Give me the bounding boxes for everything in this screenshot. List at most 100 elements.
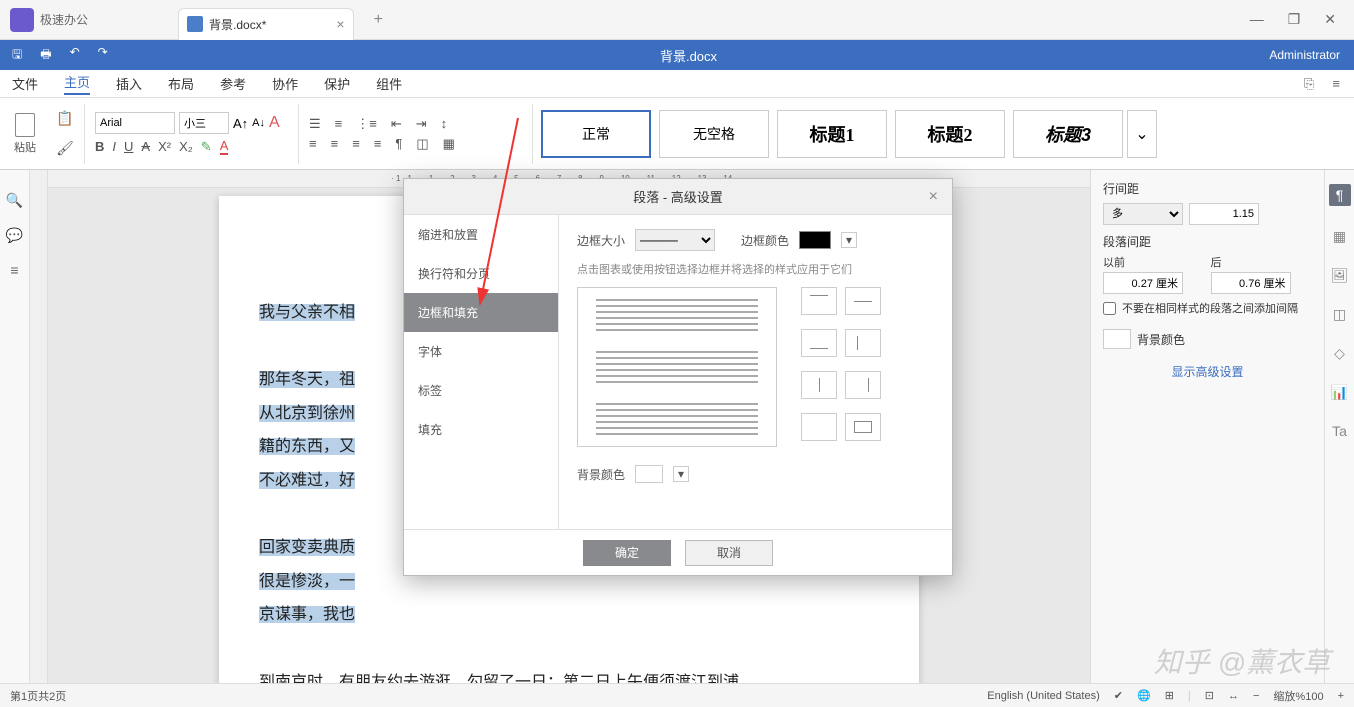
image-tool-icon[interactable]: 🖼 [1331,267,1349,284]
document-tab[interactable]: 背景.docx* × [178,8,354,40]
color-dropdown-icon[interactable]: ▾ [841,232,857,248]
align-left-button[interactable]: ≡ [309,136,317,151]
header-tool-icon[interactable]: ◫ [1333,306,1346,323]
fit-width-icon[interactable]: ↔ [1228,690,1239,702]
copy-icon[interactable]: 📋 [52,106,78,132]
text-line[interactable]: 京谋事，我也 [259,606,355,623]
text-line[interactable]: 我与父亲不相 [259,304,355,321]
line-spacing-value[interactable] [1189,203,1259,225]
headings-icon[interactable]: ≡ [10,262,18,278]
size-select[interactable] [179,112,229,134]
border-preview[interactable] [577,287,777,447]
line-spacing-type[interactable]: 多 [1103,203,1183,225]
undo-icon[interactable]: ↶ [70,45,80,66]
paragraph-mark-button[interactable]: ¶ [395,136,402,151]
border-bottom-button[interactable] [801,329,837,357]
text-line[interactable]: 很是惨淡，一 [259,573,355,590]
paste-button[interactable]: 粘贴 [8,113,42,155]
increase-indent-button[interactable]: ⇥ [416,116,427,132]
menu-file[interactable]: 文件 [12,74,38,93]
underline-button[interactable]: U [124,139,133,154]
spacing-before[interactable] [1103,272,1183,294]
border-left-button[interactable] [845,329,881,357]
maximize-button[interactable]: ❐ [1288,11,1301,28]
dlg-tab-font[interactable]: 字体 [404,332,558,371]
highlight-button[interactable]: ✎ [201,139,212,155]
font-select[interactable] [95,112,175,134]
zoom-in-button[interactable]: + [1338,690,1344,702]
subscript-button[interactable]: X₂ [179,139,193,154]
menu-layout[interactable]: 布局 [168,74,194,93]
text-line[interactable]: 不必难过，好 [259,472,355,489]
text-art-icon[interactable]: Ta [1332,423,1347,439]
fit-page-icon[interactable]: ⊡ [1205,689,1214,702]
zoom-level[interactable]: 缩放%100 [1273,688,1323,704]
border-all-button[interactable] [845,413,881,441]
numbering-button[interactable]: ≡ [335,116,343,131]
spacing-after[interactable] [1211,272,1291,294]
view-mode-icon[interactable]: ⊞ [1165,689,1174,702]
dialog-bg-color-swatch[interactable] [635,465,663,483]
no-spacing-checkbox[interactable] [1103,302,1116,315]
user-label[interactable]: Administrator [1269,48,1354,62]
text-line[interactable]: 那年冬天，祖 [259,371,355,388]
strikethrough-button[interactable]: A [141,139,150,154]
border-hmiddle-button[interactable] [845,287,881,315]
justify-button[interactable]: ≡ [374,136,382,151]
decrease-font-icon[interactable]: A↓ [252,117,265,129]
align-right-button[interactable]: ≡ [352,136,360,151]
superscript-button[interactable]: X² [158,139,171,154]
align-center-button[interactable]: ≡ [331,136,339,151]
style-heading1[interactable]: 标题1 [777,110,887,158]
text-line[interactable]: 回家变卖典质 [259,539,355,556]
border-color-swatch[interactable] [799,231,831,249]
search-icon[interactable]: 🔍 [6,192,23,209]
save-icon[interactable]: 🖫 [12,45,22,66]
style-normal[interactable]: 正常 [541,110,651,158]
shape-tool-icon[interactable]: ◇ [1334,345,1345,362]
menu-protect[interactable]: 保护 [324,74,350,93]
line-spacing-button[interactable]: ↕ [441,116,448,131]
shading-button[interactable]: ◫ [416,136,428,152]
advanced-settings-link[interactable]: 显示高级设置 [1103,363,1312,380]
border-none-button[interactable] [801,413,837,441]
text-line[interactable]: 籍的东西，又 [259,438,355,455]
menu-insert[interactable]: 插入 [116,74,142,93]
bold-button[interactable]: B [95,139,104,154]
text-line[interactable]: 从北京到徐州 [259,405,355,422]
dlg-tab-fill[interactable]: 填充 [404,410,558,449]
paragraph-tool-icon[interactable]: ¶ [1329,184,1351,206]
italic-button[interactable]: I [112,139,116,154]
font-color-button[interactable]: A [220,138,229,155]
style-dropdown[interactable]: ⌄ [1127,110,1157,158]
dlg-tab-tabs[interactable]: 标签 [404,371,558,410]
dlg-tab-breaks[interactable]: 换行符和分页 [404,254,558,293]
redo-icon[interactable]: ↷ [98,45,108,66]
print-icon[interactable]: 🖶 [40,45,51,66]
page-indicator[interactable]: 第1页共2页 [10,688,66,704]
borders-button[interactable]: ▦ [443,136,455,152]
bg-color-swatch[interactable] [1103,329,1131,349]
increase-font-icon[interactable]: A↑ [233,116,248,131]
format-painter-icon[interactable]: 🖌 [52,136,78,162]
tab-add-button[interactable]: + [374,11,383,29]
zoom-out-button[interactable]: − [1253,690,1259,702]
close-button[interactable]: ✕ [1324,11,1336,28]
hamburger-icon[interactable]: ≡ [1332,76,1340,92]
multilevel-button[interactable]: ⋮≡ [356,116,377,132]
dialog-close-button[interactable]: × [929,188,938,206]
table-tool-icon[interactable]: ▦ [1333,228,1346,245]
ok-button[interactable]: 确定 [583,540,671,566]
dlg-tab-borders[interactable]: 边框和填充 [404,293,558,332]
decrease-indent-button[interactable]: ⇤ [391,116,402,132]
style-heading2[interactable]: 标题2 [895,110,1005,158]
border-right-button[interactable] [845,371,881,399]
menu-addons[interactable]: 组件 [376,74,402,93]
open-file-icon[interactable]: ⎘ [1304,76,1314,92]
border-size-select[interactable]: ──── [635,229,715,251]
minimize-button[interactable]: — [1250,11,1264,28]
border-top-button[interactable] [801,287,837,315]
style-no-spacing[interactable]: 无空格 [659,110,769,158]
language-indicator[interactable]: English (United States) [987,690,1100,702]
spellcheck-icon[interactable]: ✔ [1114,689,1123,702]
